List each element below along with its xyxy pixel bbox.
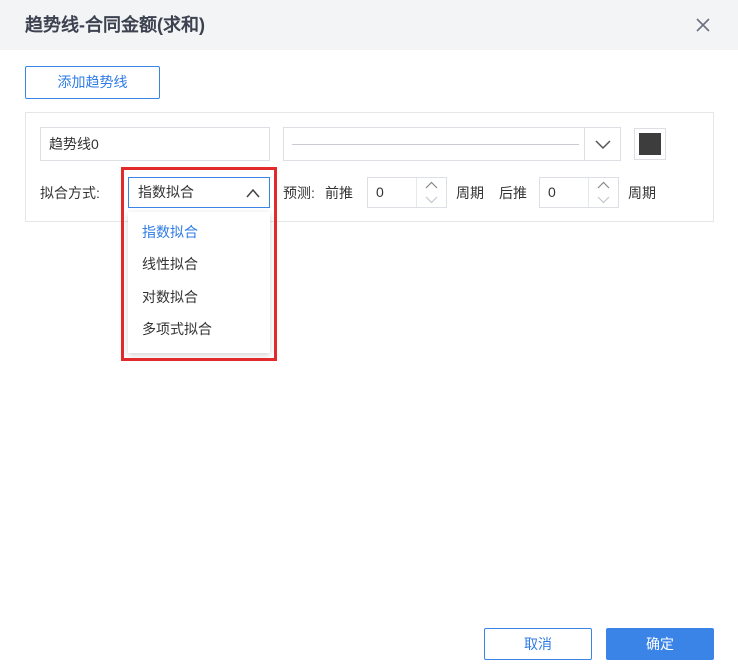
forward-unit-label: 周期 (456, 185, 484, 201)
dialog-title: 趋势线-合同金额(求和) (25, 15, 205, 35)
backward-decrement-button[interactable] (589, 193, 618, 207)
fit-option-linear[interactable]: 线性拟合 (128, 248, 270, 280)
forecast-label: 预测: (283, 185, 315, 201)
dialog-title-bar: 趋势线-合同金额(求和) (0, 0, 738, 50)
forward-periods-input[interactable]: 0 (367, 177, 447, 208)
forward-label: 前推 (325, 185, 353, 201)
fit-option-exponential[interactable]: 指数拟合 (128, 216, 270, 248)
fit-method-selected-value: 指数拟合 (138, 184, 194, 200)
chevron-up-icon (246, 188, 260, 198)
backward-increment-button[interactable] (589, 178, 618, 192)
close-icon (696, 18, 710, 32)
chevron-up-icon (597, 181, 610, 189)
chevron-down-icon (425, 196, 438, 204)
chevron-down-icon (597, 196, 610, 204)
forward-periods-value: 0 (376, 184, 384, 200)
close-button[interactable] (690, 12, 716, 38)
backward-periods-spinner (588, 178, 618, 207)
chevron-up-icon (425, 181, 438, 189)
forward-periods-spinner (416, 178, 446, 207)
line-color-swatch (639, 133, 661, 155)
backward-unit-label: 周期 (628, 185, 656, 201)
chevron-down-icon (595, 140, 611, 150)
line-style-dropdown-toggle[interactable] (584, 128, 620, 160)
add-trendline-button[interactable]: 添加趋势线 (25, 66, 160, 99)
line-style-select[interactable] (283, 127, 621, 161)
forward-increment-button[interactable] (417, 178, 446, 192)
backward-periods-input[interactable]: 0 (539, 177, 619, 208)
line-style-preview (292, 144, 579, 145)
confirm-button[interactable]: 确定 (606, 628, 714, 660)
fit-option-logarithmic[interactable]: 对数拟合 (128, 281, 270, 313)
fit-option-polynomial[interactable]: 多项式拟合 (128, 313, 270, 345)
forward-decrement-button[interactable] (417, 193, 446, 207)
fit-method-label: 拟合方式: (40, 185, 100, 201)
fit-method-dropdown: 指数拟合 线性拟合 对数拟合 多项式拟合 (128, 212, 270, 353)
line-color-picker[interactable] (634, 128, 666, 160)
trendline-dialog: 趋势线-合同金额(求和) 添加趋势线 趋势线0 拟合方式: 指数拟合 预测: 前… (0, 0, 738, 671)
cancel-button[interactable]: 取消 (484, 628, 592, 660)
backward-label: 后推 (499, 185, 527, 201)
trendline-name-input[interactable]: 趋势线0 (40, 127, 270, 161)
backward-periods-value: 0 (548, 184, 556, 200)
fit-method-select[interactable]: 指数拟合 (128, 177, 270, 208)
